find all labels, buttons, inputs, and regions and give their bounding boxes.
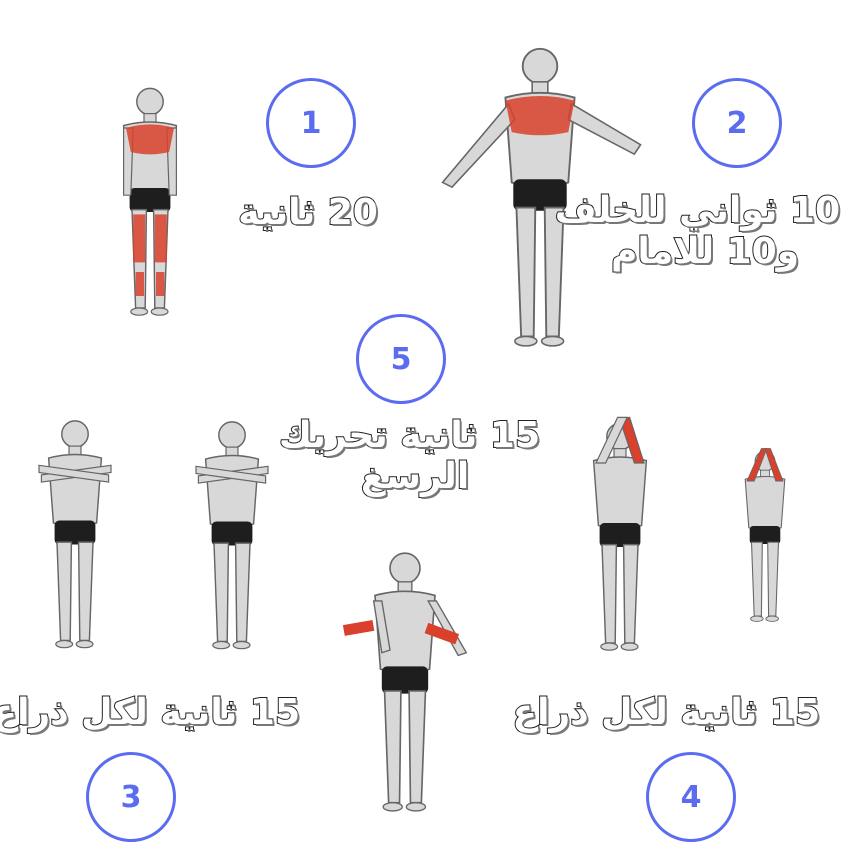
figure-step-5 [342, 552, 468, 812]
step-2-number: 2 [726, 105, 748, 141]
step-2-line-1: 10 ثواني للخلف [554, 189, 841, 232]
step-1-badge: 1 [266, 78, 356, 168]
step-2-badge: 2 [692, 78, 782, 168]
figure-step-4-a [592, 416, 648, 651]
step-5-badge: 5 [356, 314, 446, 404]
step-3-number: 3 [120, 779, 142, 815]
figure-step-3-b [195, 421, 269, 650]
step-3-label: 15 ثانية لكل ذراع [0, 691, 301, 734]
step-5-line-1: 15 ثانية تحريك [278, 414, 541, 457]
figure-step-4-b [744, 448, 786, 622]
step-4-number: 4 [680, 779, 702, 815]
step-3-badge: 3 [86, 752, 176, 842]
step-1-label: 20 ثانية [237, 191, 379, 234]
step-4-badge: 4 [646, 752, 736, 842]
step-5-line-2: الرسغ [360, 455, 470, 498]
step-5-number: 5 [390, 341, 412, 377]
figure-step-3-a [38, 420, 112, 649]
step-2-label: 10 ثواني للخلف و10 للامام [554, 189, 841, 273]
step-4-label: 15 ثانية لكل ذراع [511, 691, 821, 734]
figure-step-1 [122, 87, 178, 316]
step-1-number: 1 [300, 105, 322, 141]
step-5-label: 15 ثانية تحريك الرسغ [278, 414, 541, 498]
step-2-line-2: و10 للامام [610, 230, 800, 273]
